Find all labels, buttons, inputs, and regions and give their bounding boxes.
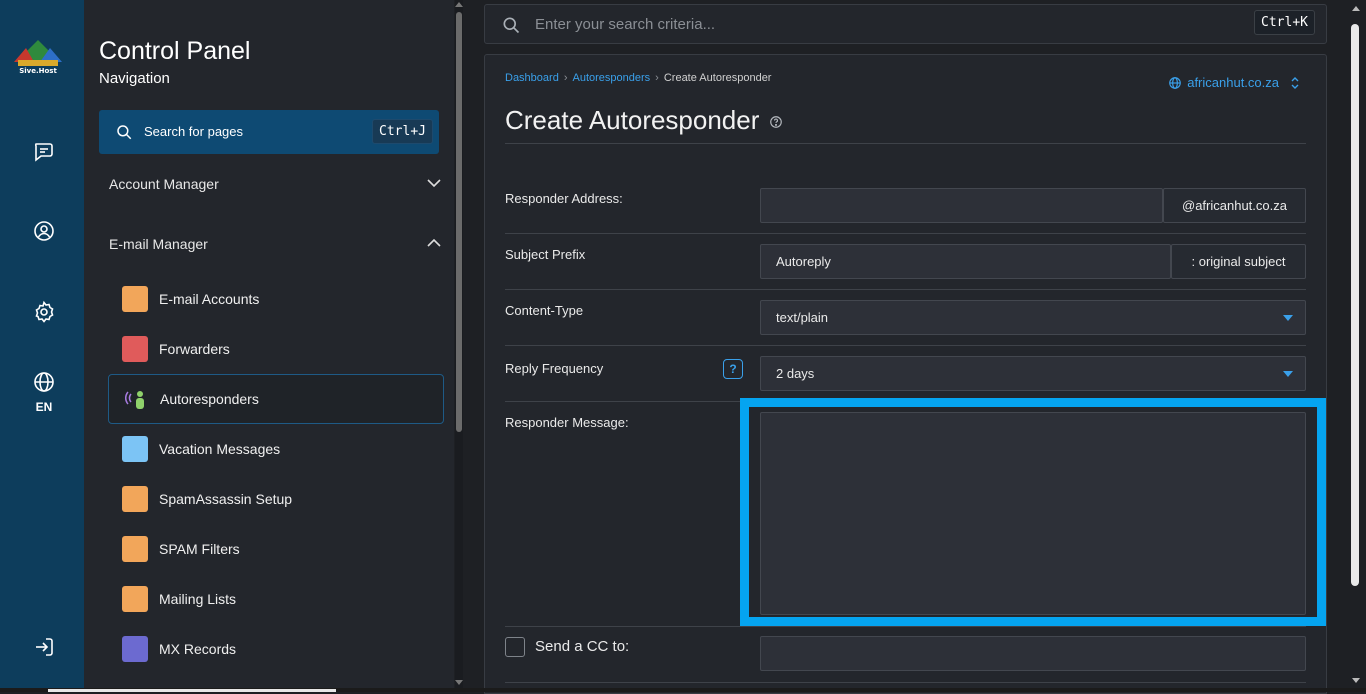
- breadcrumb-separator: ›: [655, 72, 659, 84]
- sidebar-item-label: SPAM Filters: [159, 541, 240, 557]
- app-rail: Sive.Host EN: [0, 0, 84, 692]
- user-circle-icon[interactable]: [30, 217, 58, 245]
- responder-address-suffix: @africanhut.co.za: [1163, 188, 1306, 223]
- reply-frequency-select[interactable]: 2 days: [760, 356, 1306, 391]
- domain-selector-label: africanhut.co.za: [1187, 75, 1279, 90]
- sidebar-item-spamassassin-setup[interactable]: SpamAssassin Setup: [108, 474, 444, 524]
- send-cc-checkbox[interactable]: [505, 637, 525, 657]
- spam-filters-icon: [122, 536, 148, 562]
- page-scrollbar-thumb[interactable]: [1351, 24, 1359, 586]
- divider: [505, 682, 1306, 683]
- send-cc-label: Send a CC to:: [535, 638, 630, 655]
- responder-address-input[interactable]: [760, 188, 1163, 223]
- divider: [505, 626, 1306, 627]
- sidebar-item-label: Mailing Lists: [159, 591, 237, 607]
- responder-address-label: Responder Address:: [505, 191, 623, 206]
- sive-host-logo[interactable]: Sive.Host: [12, 38, 64, 78]
- language-label[interactable]: EN: [0, 400, 88, 414]
- mailing-lists-icon: [122, 586, 148, 612]
- sidebar-item-label: E-mail Accounts: [159, 291, 260, 307]
- autoresponders-icon: [123, 386, 149, 412]
- sidebar-item-forwarders[interactable]: Forwarders: [108, 324, 444, 374]
- global-search-input[interactable]: Enter your search criteria...: [535, 16, 715, 33]
- navigation-panel: Control Panel Navigation Search for page…: [84, 0, 454, 692]
- panel-title: Control Panel: [99, 37, 251, 65]
- content-type-label: Content-Type: [505, 303, 584, 318]
- email-accounts-icon: [122, 286, 148, 312]
- reply-frequency-label: Reply Frequency: [505, 361, 604, 376]
- breadcrumb: Dashboard › Autoresponders › Create Autoresp…: [505, 72, 771, 84]
- panel-subtitle: Navigation: [99, 70, 170, 87]
- subject-prefix-input[interactable]: Autoreply: [760, 244, 1171, 279]
- global-search-shortcut: Ctrl+K: [1254, 10, 1315, 35]
- reply-frequency-value: 2 days: [776, 366, 815, 381]
- content-type-value: text/plain: [776, 310, 829, 325]
- page-search-label: Search for pages: [144, 124, 244, 139]
- scroll-down-arrow-icon[interactable]: [1352, 678, 1360, 683]
- sidebar-item-email-accounts[interactable]: E-mail Accounts: [108, 274, 444, 324]
- global-search[interactable]: Enter your search criteria... Ctrl+K: [484, 4, 1327, 44]
- chat-icon[interactable]: [30, 137, 58, 165]
- section-email-manager[interactable]: E-mail Manager: [109, 236, 441, 252]
- nav-scrollbar[interactable]: [455, 0, 463, 692]
- scroll-up-arrow-icon[interactable]: [455, 2, 463, 7]
- bottom-bar: [0, 688, 1366, 692]
- breadcrumb-dashboard[interactable]: Dashboard: [505, 72, 559, 84]
- page-search-button[interactable]: Search for pages Ctrl+J: [99, 110, 439, 154]
- sidebar-item-label: Forwarders: [159, 341, 230, 357]
- section-label: Account Manager: [109, 176, 219, 192]
- subject-prefix-suffix: : original subject: [1171, 244, 1306, 279]
- forwarders-icon: [122, 336, 148, 362]
- highlight-box: [740, 398, 1326, 626]
- sidebar-item-mx-records[interactable]: MX Records: [108, 624, 444, 674]
- section-account-manager[interactable]: Account Manager: [109, 176, 441, 192]
- sidebar-item-label: MX Records: [159, 641, 237, 657]
- sidebar-item-mailing-lists[interactable]: Mailing Lists: [108, 574, 444, 624]
- divider: [505, 289, 1306, 290]
- scroll-up-arrow-icon[interactable]: [1352, 6, 1360, 11]
- subject-prefix-label: Subject Prefix: [505, 247, 586, 262]
- divider: [505, 233, 1306, 234]
- chevron-up-icon: [427, 238, 441, 247]
- spamassassin-icon: [122, 486, 148, 512]
- globe-icon[interactable]: [30, 368, 58, 396]
- page-scrollbar[interactable]: [1349, 0, 1363, 692]
- sidebar-item-spam-filters[interactable]: SPAM Filters: [108, 524, 444, 574]
- page-title-text: Create Autoresponder: [505, 105, 760, 135]
- breadcrumb-autoresponders[interactable]: Autoresponders: [573, 72, 651, 84]
- sidebar-item-label: Autoresponders: [160, 391, 259, 407]
- caret-down-icon: [1283, 315, 1293, 321]
- scroll-down-arrow-icon[interactable]: [455, 680, 463, 685]
- mx-records-icon: [122, 636, 148, 662]
- help-circle-icon[interactable]: [769, 115, 783, 129]
- page-search-shortcut: Ctrl+J: [372, 119, 433, 144]
- vacation-messages-icon: [122, 436, 148, 462]
- section-label: E-mail Manager: [109, 236, 208, 252]
- globe-icon: [1169, 76, 1182, 89]
- svg-text:Sive.Host: Sive.Host: [19, 67, 57, 75]
- breadcrumb-separator: ›: [563, 72, 568, 84]
- chevron-updown-icon: [1291, 76, 1299, 89]
- sidebar-item-vacation-messages[interactable]: Vacation Messages: [108, 424, 444, 474]
- nav-scrollbar-thumb[interactable]: [456, 12, 462, 432]
- search-icon: [503, 17, 520, 34]
- search-icon: [117, 125, 132, 140]
- gear-icon[interactable]: [30, 298, 58, 326]
- send-cc-input[interactable]: [760, 636, 1306, 671]
- divider: [505, 345, 1306, 346]
- page-title: Create Autoresponder: [505, 105, 783, 136]
- divider: [505, 143, 1306, 144]
- reply-frequency-help-icon[interactable]: ?: [723, 359, 743, 379]
- logout-icon[interactable]: [30, 633, 58, 661]
- caret-down-icon: [1283, 371, 1293, 377]
- content-type-select[interactable]: text/plain: [760, 300, 1306, 335]
- responder-message-label: Responder Message:: [505, 415, 629, 430]
- chevron-down-icon: [427, 179, 441, 188]
- breadcrumb-current: Create Autoresponder: [663, 72, 772, 84]
- sidebar-item-label: Vacation Messages: [159, 441, 281, 457]
- domain-selector[interactable]: africanhut.co.za: [1168, 75, 1300, 90]
- sidebar-item-autoresponders[interactable]: Autoresponders: [108, 374, 444, 424]
- sidebar-item-label: SpamAssassin Setup: [159, 491, 293, 507]
